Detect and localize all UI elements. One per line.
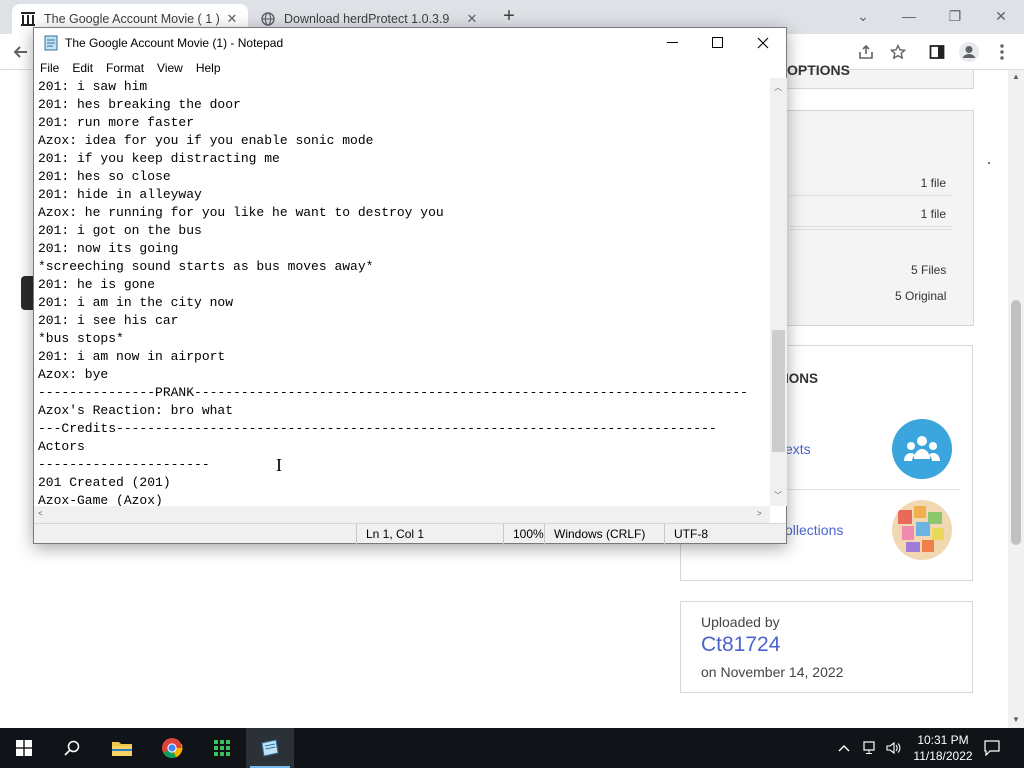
notepad-text-area[interactable]: 201: i saw him 201: hes breaking the doo… — [34, 78, 770, 506]
volume-icon[interactable] — [886, 728, 902, 768]
profile-avatar-icon[interactable] — [959, 42, 979, 62]
scroll-right-arrow-icon[interactable]: > — [757, 509, 762, 518]
uploaded-by-label: Uploaded by — [701, 614, 780, 630]
network-icon[interactable] — [863, 728, 879, 768]
page-scroll-thumb[interactable] — [1011, 300, 1021, 545]
divider — [760, 489, 960, 490]
collections-link[interactable]: ollections — [785, 522, 843, 538]
collection-thumbnail-icon[interactable] — [892, 500, 952, 560]
globe-icon — [260, 11, 276, 27]
upload-date: on November 14, 2022 — [701, 664, 844, 680]
system-clock[interactable]: 10:31 PM 11/18/2022 — [910, 732, 976, 764]
close-tab-icon[interactable]: ✕ — [464, 11, 480, 27]
tab-title: The Google Account Movie ( 1 ) : — [44, 12, 224, 26]
kebab-menu-icon[interactable] — [992, 42, 1012, 62]
notepad-taskbar-icon[interactable] — [246, 728, 294, 768]
chrome-icon[interactable] — [148, 728, 196, 768]
collections-title: IONS — [785, 371, 819, 386]
clock-date: 11/18/2022 — [913, 749, 973, 763]
files-count[interactable]: 5 Files — [911, 263, 946, 277]
app-grid-icon[interactable] — [198, 728, 246, 768]
notepad-vertical-scrollbar[interactable]: ︿ ﹀ — [770, 78, 787, 506]
encoding: UTF-8 — [664, 524, 769, 544]
menu-file[interactable]: File — [34, 61, 66, 75]
notepad-maximize-icon[interactable] — [695, 28, 741, 58]
scroll-down-arrow-icon[interactable]: ﹀ — [774, 490, 782, 501]
scroll-up-arrow-icon[interactable]: ︿ — [774, 82, 782, 93]
scroll-left-arrow-icon[interactable]: < — [38, 509, 43, 518]
share-icon[interactable] — [856, 42, 876, 62]
notepad-icon — [43, 35, 59, 51]
option-row[interactable]: 1 file — [790, 170, 952, 196]
notepad-text[interactable]: 201: i saw him 201: hes breaking the doo… — [34, 78, 770, 506]
option-count: 1 file — [920, 207, 946, 221]
back-arrow-icon[interactable] — [10, 42, 30, 62]
notepad-menu-bar: File Edit Format View Help — [34, 58, 786, 78]
tab-title: Download herdProtect 1.0.3.9 — [284, 12, 450, 26]
show-hidden-icons-chevron-icon[interactable] — [838, 728, 850, 768]
dot — [988, 162, 990, 164]
menu-view[interactable]: View — [151, 61, 190, 75]
scroll-up-arrow-icon[interactable]: ▲ — [1012, 72, 1020, 81]
start-icon[interactable] — [0, 728, 48, 768]
page-scrollbar[interactable]: ▲ ▼ — [1008, 70, 1024, 728]
menu-edit[interactable]: Edit — [66, 61, 100, 75]
notifications-icon[interactable] — [984, 728, 1000, 768]
divider — [790, 229, 952, 230]
close-tab-icon[interactable]: ✕ — [224, 11, 240, 27]
notepad-minimize-icon[interactable] — [650, 28, 696, 58]
notepad-scroll-thumb[interactable] — [772, 330, 785, 452]
windows-taskbar: 10:31 PM 11/18/2022 — [0, 728, 1024, 768]
notepad-horizontal-scrollbar[interactable]: < > — [34, 506, 770, 523]
line-endings: Windows (CRLF) — [544, 524, 664, 544]
uploader-link[interactable]: Ct81724 — [701, 633, 780, 657]
option-count: 1 file — [920, 176, 946, 190]
file-explorer-icon[interactable] — [98, 728, 146, 768]
community-texts-icon[interactable] — [892, 419, 952, 479]
notepad-title: The Google Account Movie (1) - Notepad — [65, 36, 284, 50]
side-panel-icon[interactable] — [927, 42, 947, 62]
original-count[interactable]: 5 Original — [895, 289, 946, 303]
cursor-position: Ln 1, Col 1 — [356, 524, 503, 544]
archive-icon — [20, 11, 36, 27]
restore-icon[interactable]: ❐ — [932, 2, 978, 30]
text-cursor-icon: I — [276, 455, 282, 475]
new-tab-button[interactable]: + — [498, 6, 520, 28]
tab-search-chevron-icon[interactable]: ⌄ — [840, 2, 886, 30]
menu-format[interactable]: Format — [100, 61, 151, 75]
search-icon[interactable] — [48, 728, 96, 768]
minimize-icon[interactable]: — — [886, 2, 932, 30]
texts-link[interactable]: exts — [785, 441, 811, 457]
scroll-down-arrow-icon[interactable]: ▼ — [1012, 715, 1020, 724]
clock-time: 10:31 PM — [917, 733, 969, 747]
notepad-window: The Google Account Movie (1) - Notepad F… — [33, 27, 787, 544]
notepad-status-bar: Ln 1, Col 1 100% Windows (CRLF) UTF-8 — [34, 523, 786, 544]
download-options-title: OPTIONS — [787, 62, 851, 78]
bookmark-star-icon[interactable] — [888, 42, 908, 62]
option-row[interactable]: 1 file — [790, 201, 952, 227]
notepad-close-icon[interactable] — [740, 28, 786, 58]
menu-help[interactable]: Help — [190, 61, 228, 75]
close-icon[interactable]: ✕ — [978, 2, 1024, 30]
